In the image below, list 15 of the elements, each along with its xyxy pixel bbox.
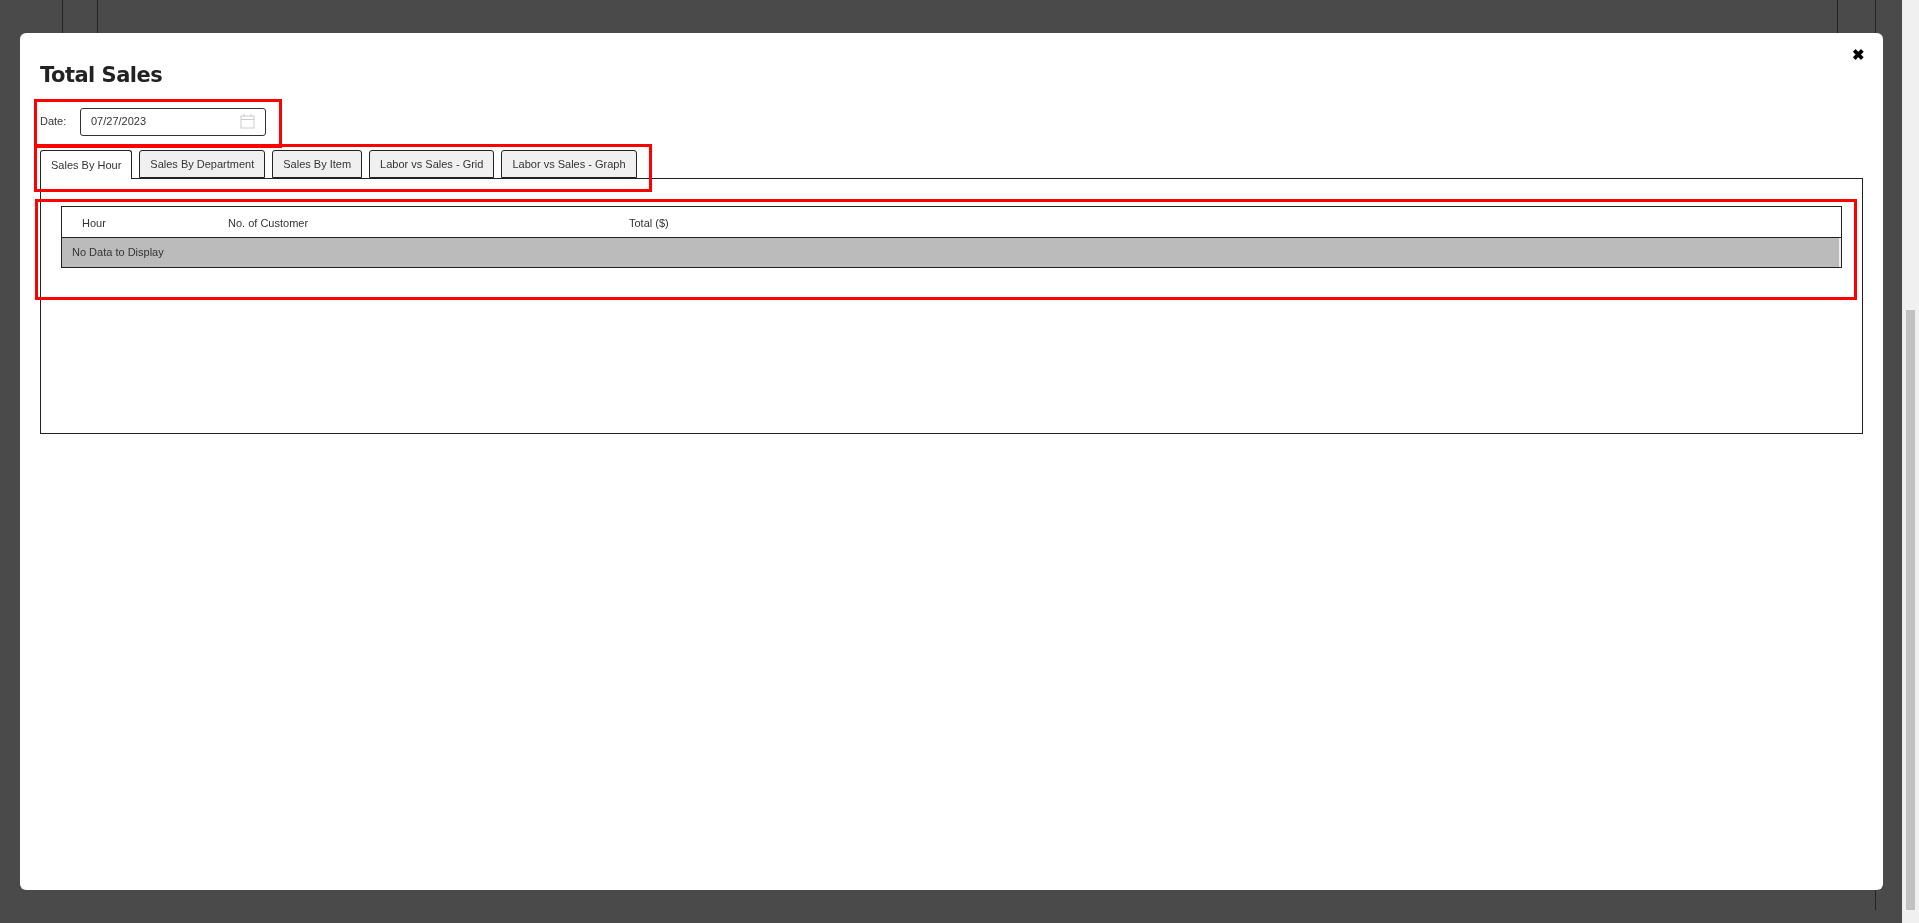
column-header: Hour bbox=[82, 217, 106, 229]
date-field[interactable]: 07/27/2023 bbox=[80, 107, 266, 136]
tab[interactable]: Labor vs Sales - Graph bbox=[501, 150, 637, 178]
tab[interactable]: Sales By Department bbox=[139, 150, 266, 178]
date-label: Date: bbox=[40, 114, 68, 130]
column-header: No. of Customer bbox=[228, 217, 309, 229]
empty-row: No Data to Display bbox=[62, 238, 1841, 267]
tab[interactable]: Sales By Hour bbox=[40, 150, 133, 179]
tab[interactable]: Sales By Item bbox=[272, 150, 363, 178]
column-header: Total ($) bbox=[629, 217, 669, 229]
dialog-title: Total Sales bbox=[40, 62, 164, 88]
close-button[interactable]: ✖ bbox=[1852, 47, 1865, 62]
tab[interactable]: Labor vs Sales - Grid bbox=[369, 150, 495, 178]
scrollbar[interactable] bbox=[1902, 0, 1919, 923]
calendar-icon[interactable] bbox=[240, 114, 255, 129]
